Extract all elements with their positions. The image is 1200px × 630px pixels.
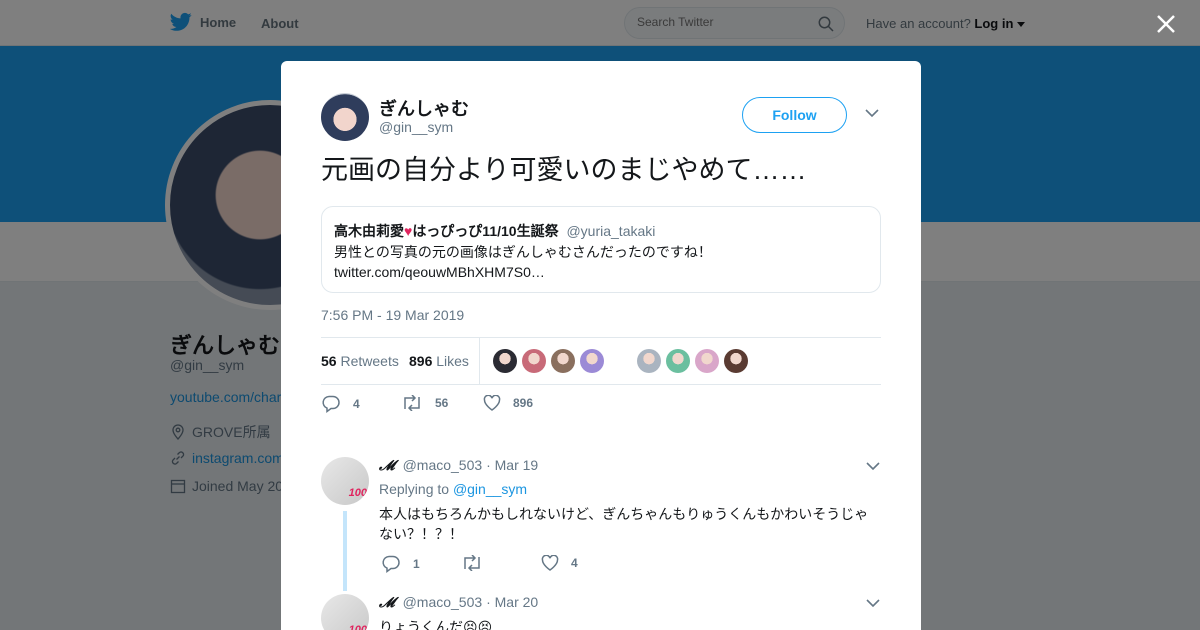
- quoted-tweet[interactable]: 高木由莉愛♥はっぴっぴ11/10生誕祭 @yuria_takaki 男性との写真…: [321, 206, 881, 293]
- liker-avatar[interactable]: [522, 349, 546, 373]
- chevron-down-icon[interactable]: [865, 108, 879, 118]
- retweet-action[interactable]: [461, 555, 483, 571]
- retweet-icon: [404, 395, 420, 411]
- reply-date[interactable]: Mar 19: [495, 457, 539, 473]
- tweet-stats: 56 Retweets 896 Likes: [321, 337, 881, 385]
- quoted-line-2: twitter.com/qeouwMBhXHM7S0…: [334, 264, 545, 280]
- liker-avatar[interactable]: [637, 349, 661, 373]
- retweets-stat[interactable]: 56 Retweets: [321, 353, 399, 369]
- like-action[interactable]: 896: [483, 395, 533, 411]
- reply-author-handle[interactable]: @maco_503: [403, 594, 483, 610]
- reply-action[interactable]: 1: [381, 555, 420, 573]
- likes-count: 896: [409, 353, 433, 369]
- quoted-name-prefix: 高木由莉愛: [334, 223, 404, 239]
- liker-avatar[interactable]: [493, 349, 517, 373]
- liker-avatar[interactable]: [551, 349, 575, 373]
- tweet-text: 元画の自分より可愛いのまじやめて……: [321, 155, 807, 185]
- author-name[interactable]: ぎんしゃむ: [379, 95, 469, 121]
- quoted-line-1: 男性との写真の元の画像はぎんしゃむさんだったのですね！: [334, 244, 712, 260]
- quoted-tweet-header: 高木由莉愛♥はっぴっぴ11/10生誕祭 @yuria_takaki: [334, 221, 655, 241]
- stats-divider: [479, 338, 480, 384]
- heart-icon: [541, 555, 559, 571]
- reply-author-avatar[interactable]: 100: [321, 594, 369, 630]
- reply-text: 本人はもちろんかもしれないけど、ぎんちゃんもりゅうくんもかわいそうじゃない？！？…: [379, 506, 869, 542]
- replying-to-handle[interactable]: @gin__sym: [453, 481, 527, 497]
- like-count: 4: [571, 556, 578, 570]
- reply-date[interactable]: Mar 20: [495, 594, 539, 610]
- retweet-icon: [464, 555, 480, 571]
- liker-avatar[interactable]: [695, 349, 719, 373]
- reply-header: 𝓜 @maco_503 · Mar 19: [379, 457, 538, 474]
- separator-dot: ·: [486, 594, 491, 610]
- liker-avatar[interactable]: [666, 349, 690, 373]
- follow-button[interactable]: Follow: [742, 97, 847, 133]
- reply-author-name[interactable]: 𝓜: [379, 594, 395, 610]
- like-count: 896: [513, 396, 534, 410]
- reply-author-name[interactable]: 𝓜: [379, 457, 395, 473]
- quoted-author-name: 高木由莉愛♥はっぴっぴ11/10生誕祭: [334, 223, 559, 239]
- reply-count: 4: [353, 397, 360, 411]
- thread-connector: [343, 511, 347, 591]
- chevron-down-icon[interactable]: [866, 598, 880, 608]
- quoted-name-suffix: はっぴっぴ11/10生誕祭: [412, 223, 559, 239]
- chevron-down-icon[interactable]: [866, 461, 880, 471]
- tweet-modal: ぎんしゃむ @gin__sym Follow 元画の自分より可愛いのまじやめて……: [281, 61, 921, 630]
- hundred-emoji-icon: 100: [348, 624, 367, 630]
- reply-author-avatar[interactable]: 100: [321, 457, 369, 505]
- like-action[interactable]: 4: [541, 555, 578, 571]
- reply-icon: [322, 395, 340, 413]
- reply-header: 𝓜 @maco_503 · Mar 20: [379, 594, 538, 611]
- quoted-author-handle: @yuria_takaki: [566, 223, 656, 239]
- reply-count: 1: [413, 557, 420, 571]
- reply-icon: [382, 555, 400, 573]
- retweets-label: Retweets: [340, 353, 399, 369]
- replying-to: Replying to @gin__sym: [379, 481, 527, 497]
- liker-avatar[interactable]: [724, 349, 748, 373]
- heart-icon: [483, 395, 501, 411]
- hundred-emoji-icon: 100: [348, 487, 367, 499]
- close-icon[interactable]: [1154, 12, 1178, 36]
- author-avatar[interactable]: [321, 93, 369, 141]
- tweet-timestamp[interactable]: 7:56 PM - 19 Mar 2019: [321, 307, 464, 323]
- reply-text: りょうくんだ😣😣: [379, 619, 493, 630]
- reply-action[interactable]: 4: [321, 395, 360, 413]
- retweets-count: 56: [321, 353, 337, 369]
- separator-dot: ·: [486, 457, 491, 473]
- author-handle[interactable]: @gin__sym: [379, 119, 453, 135]
- retweet-count: 56: [435, 396, 449, 410]
- retweet-action[interactable]: 56: [401, 395, 448, 411]
- likes-stat[interactable]: 896 Likes: [409, 353, 469, 369]
- reply-author-handle[interactable]: @maco_503: [403, 457, 483, 473]
- quoted-tweet-body: 男性との写真の元の画像はぎんしゃむさんだったのですね！ twitter.com/…: [334, 242, 712, 282]
- replying-prefix: Replying to: [379, 481, 450, 497]
- liker-avatar[interactable]: [580, 349, 604, 373]
- likes-label: Likes: [436, 353, 469, 369]
